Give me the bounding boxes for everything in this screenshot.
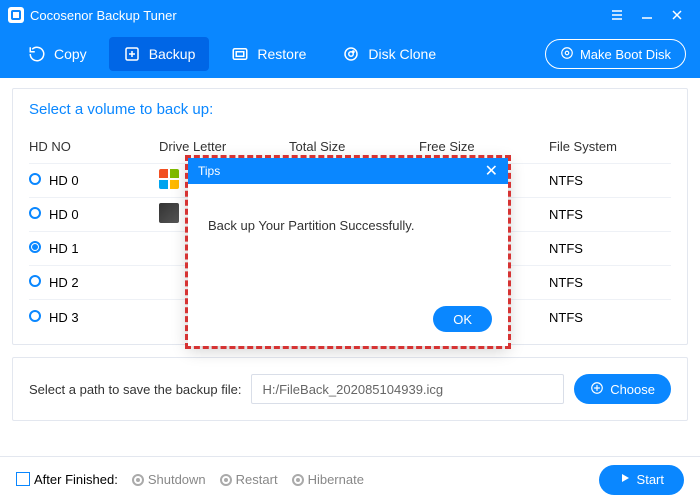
start-button[interactable]: Start <box>599 465 684 495</box>
app-logo-icon <box>8 7 24 23</box>
hd-label: HD 2 <box>49 275 79 290</box>
hd-label: HD 1 <box>49 241 79 256</box>
boot-label: Make Boot Disk <box>580 47 671 62</box>
close-button[interactable] <box>662 0 692 30</box>
drive-icon <box>159 169 179 189</box>
radio-icon[interactable] <box>29 207 41 219</box>
play-icon <box>619 472 631 487</box>
modal-title: Tips <box>198 164 220 178</box>
toolbar: Copy Backup Restore Disk Clone Make Boot… <box>0 30 700 78</box>
titlebar: Cocosenor Backup Tuner <box>0 0 700 30</box>
backup-icon <box>123 45 141 63</box>
modal-message: Back up Your Partition Successfully. <box>188 184 508 296</box>
modal-close-button[interactable]: ✕ <box>485 161 498 181</box>
fsys-label: NTFS <box>549 310 671 325</box>
radio-icon[interactable] <box>29 173 41 185</box>
radio-shutdown[interactable]: Shutdown <box>132 472 206 487</box>
radio-icon[interactable] <box>29 275 41 287</box>
panel-title: Select a volume to back up: <box>29 101 671 118</box>
tab-disk-clone[interactable]: Disk Clone <box>328 37 450 71</box>
choose-label: Choose <box>610 382 655 397</box>
plus-icon <box>590 381 604 398</box>
tab-restore[interactable]: Restore <box>217 37 320 71</box>
app-title: Cocosenor Backup Tuner <box>30 8 177 23</box>
make-boot-disk-button[interactable]: Make Boot Disk <box>545 39 686 69</box>
tab-copy[interactable]: Copy <box>14 37 101 71</box>
start-label: Start <box>637 472 664 487</box>
hd-label: HD 0 <box>49 173 79 188</box>
col-drive-letter: Drive Letter <box>159 139 289 154</box>
after-finished-checkbox[interactable]: After Finished: <box>16 472 118 487</box>
fsys-label: NTFS <box>549 241 671 256</box>
modal-ok-button[interactable]: OK <box>433 306 492 332</box>
fsys-label: NTFS <box>549 207 671 222</box>
col-total-size: Total Size <box>289 139 419 154</box>
after-label: After Finished: <box>34 472 118 487</box>
menu-button[interactable] <box>602 0 632 30</box>
path-input[interactable] <box>251 374 564 404</box>
radio-icon[interactable] <box>29 310 41 322</box>
clone-icon <box>342 45 360 63</box>
col-file-system: File System <box>549 139 671 154</box>
choose-button[interactable]: Choose <box>574 374 671 404</box>
fsys-label: NTFS <box>549 275 671 290</box>
tab-label: Restore <box>257 46 306 62</box>
restore-icon <box>231 45 249 63</box>
col-hdno: HD NO <box>29 139 159 154</box>
minimize-button[interactable] <box>632 0 662 30</box>
footer: After Finished: Shutdown Restart Hiberna… <box>0 456 700 502</box>
drive-icon <box>159 203 179 223</box>
radio-restart[interactable]: Restart <box>220 472 278 487</box>
tab-label: Backup <box>149 46 196 62</box>
radio-hibernate[interactable]: Hibernate <box>292 472 364 487</box>
tab-backup[interactable]: Backup <box>109 37 210 71</box>
path-panel: Select a path to save the backup file: C… <box>12 357 688 421</box>
path-label: Select a path to save the backup file: <box>29 382 241 397</box>
bootdisk-icon <box>560 46 574 63</box>
tab-label: Disk Clone <box>368 46 436 62</box>
tips-modal: Tips ✕ Back up Your Partition Successful… <box>188 158 508 346</box>
hd-label: HD 3 <box>49 310 79 325</box>
col-free-size: Free Size <box>419 139 549 154</box>
hd-label: HD 0 <box>49 207 79 222</box>
radio-icon[interactable] <box>29 241 41 253</box>
copy-icon <box>28 45 46 63</box>
fsys-label: NTFS <box>549 173 671 188</box>
tab-label: Copy <box>54 46 87 62</box>
